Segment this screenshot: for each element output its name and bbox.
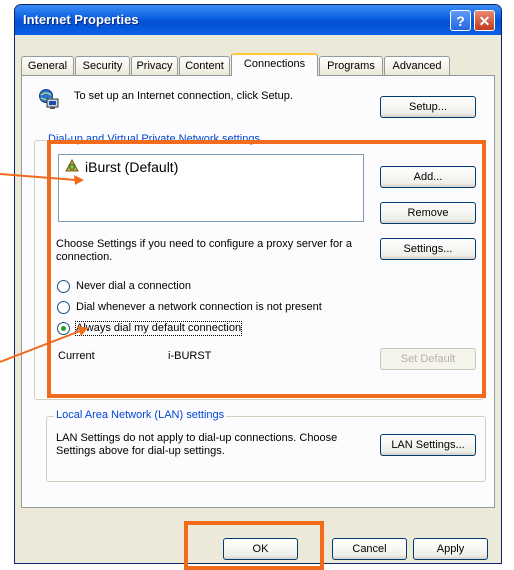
close-button[interactable]: ✕ [474, 10, 495, 31]
tab-advanced[interactable]: Advanced [384, 56, 450, 75]
apply-button[interactable]: Apply [413, 538, 488, 560]
lan-settings-button[interactable]: LAN Settings... [380, 434, 476, 456]
arrow-to-always-dial [0, 330, 81, 363]
tab-general[interactable]: General [21, 56, 74, 75]
arrow-to-connection [0, 173, 77, 181]
window-title: Internet Properties [23, 12, 139, 27]
tab-programs[interactable]: Programs [319, 56, 383, 75]
arrow-head-connection [74, 175, 84, 185]
tab-security[interactable]: Security [75, 56, 130, 75]
tab-strip: General Security Privacy Content Connect… [21, 53, 495, 76]
tab-connections[interactable]: Connections [231, 53, 318, 76]
cancel-button[interactable]: Cancel [332, 538, 407, 560]
tab-privacy[interactable]: Privacy [131, 56, 178, 75]
lan-description: LAN Settings do not apply to dial-up con… [56, 432, 338, 457]
help-button[interactable]: ? [450, 10, 471, 31]
lan-group-title: Local Area Network (LAN) settings [54, 409, 227, 421]
tab-content[interactable]: Content [179, 56, 230, 75]
dialup-highlight-box [47, 140, 486, 398]
title-bar[interactable]: Internet Properties ? ✕ [15, 5, 501, 35]
annotation-arrows [0, 173, 88, 363]
ok-highlight-box [184, 521, 324, 570]
setup-description: To set up an Internet connection, click … [74, 90, 293, 102]
network-setup-icon [38, 88, 60, 110]
setup-button[interactable]: Setup... [380, 96, 476, 118]
